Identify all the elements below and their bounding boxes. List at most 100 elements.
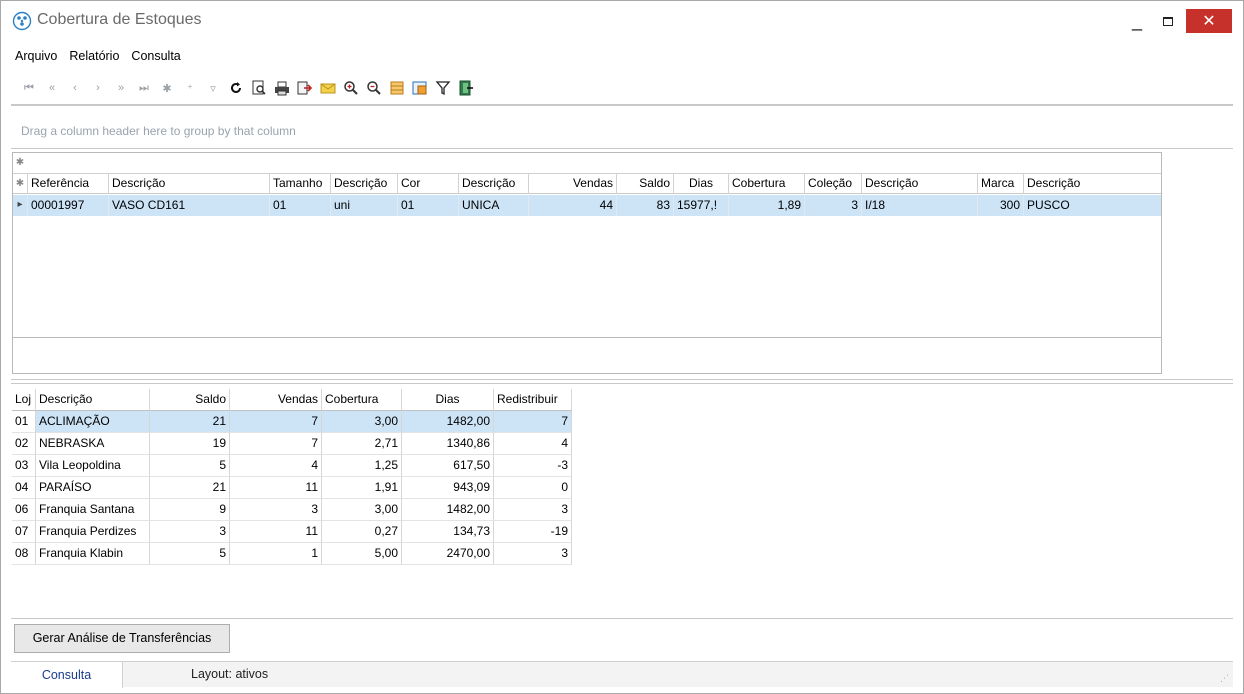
col-descricao-loja[interactable]: Descrição [36,389,150,411]
col-descricao-marca[interactable]: Descrição [1023,174,1161,194]
cell-loja[interactable]: 04 [12,477,36,499]
status-tab-consulta[interactable]: Consulta [11,662,123,688]
col-cor[interactable]: Cor [397,174,458,194]
menu-arquivo[interactable]: Arquivo [14,47,58,67]
close-button[interactable]: ✕ [1186,9,1232,33]
cell-saldo[interactable]: 83 [616,195,673,216]
cell-redistribuir[interactable]: -19 [494,521,572,543]
cell-cobertura-loja[interactable]: 1,91 [322,477,402,499]
cell-loja[interactable]: 02 [12,433,36,455]
cell-descricao-loja[interactable]: NEBRASKA [36,433,150,455]
cell-dias-loja[interactable]: 2470,00 [402,543,494,565]
export-icon[interactable] [294,77,316,99]
insert-record-icon[interactable]: ✱ [156,77,178,99]
first-record-icon[interactable]: ⏮ [18,77,40,99]
cell-descricao-loja[interactable]: ACLIMAÇÃO [36,411,150,433]
cell-dias-loja[interactable]: 1482,00 [402,411,494,433]
cell-vendas-loja[interactable]: 3 [230,499,322,521]
col-colecao[interactable]: Coleção [804,174,861,194]
col-redistribuir[interactable]: Redistribuir [494,389,572,411]
filter-icon[interactable] [432,77,454,99]
cell-descricao-cor[interactable]: UNICA [458,195,528,216]
cell-cobertura-loja[interactable]: 3,00 [322,411,402,433]
cell-vendas-loja[interactable]: 4 [230,455,322,477]
cell-vendas-loja[interactable]: 11 [230,477,322,499]
col-descricao-colecao[interactable]: Descrição [861,174,977,194]
cell-redistribuir[interactable]: 7 [494,411,572,433]
cell-cobertura-loja[interactable]: 2,71 [322,433,402,455]
table-row[interactable]: ▸ 00001997 VASO CD161 01 uni 01 UNICA 44… [13,195,1161,216]
cell-saldo-loja[interactable]: 21 [150,477,230,499]
cell-loja[interactable]: 08 [12,543,36,565]
cell-marca[interactable]: 300 [977,195,1023,216]
col-descricao-produto[interactable]: Descrição [108,174,269,194]
cell-tamanho[interactable]: 01 [269,195,330,216]
cell-dias-loja[interactable]: 1340,86 [402,433,494,455]
cell-vendas-loja[interactable]: 11 [230,521,322,543]
col-vendas-loja[interactable]: Vendas [230,389,322,411]
col-descricao-cor[interactable]: Descrição [458,174,528,194]
cell-dias-loja[interactable]: 617,50 [402,455,494,477]
grid-settings-icon[interactable] [409,77,431,99]
cell-saldo-loja[interactable]: 5 [150,455,230,477]
last-record-icon[interactable]: ⏭ [133,77,155,99]
col-marca[interactable]: Marca [977,174,1023,194]
cell-descricao-colecao[interactable]: I/18 [861,195,977,216]
cell-descricao-loja[interactable]: Vila Leopoldina [36,455,150,477]
resize-grip-icon[interactable]: ⋰ [1220,673,1229,684]
refresh-icon[interactable] [225,77,247,99]
col-cobertura-loja[interactable]: Cobertura [322,389,402,411]
menu-relatorio[interactable]: Relatório [68,47,120,67]
group-by-panel[interactable]: Drag a column header here to group by th… [11,105,1233,149]
cell-descricao-loja[interactable]: Franquia Klabin [36,543,150,565]
prior-page-icon[interactable]: « [41,77,63,99]
cell-dias-loja[interactable]: 943,09 [402,477,494,499]
cell-dias[interactable]: 15977,! [673,195,728,216]
col-loja[interactable]: Loj [12,389,36,411]
cell-dias-loja[interactable]: 134,73 [402,521,494,543]
exit-icon[interactable] [455,77,477,99]
cell-saldo-loja[interactable]: 9 [150,499,230,521]
cell-vendas-loja[interactable]: 1 [230,543,322,565]
cell-saldo-loja[interactable]: 19 [150,433,230,455]
cell-redistribuir[interactable]: -3 [494,455,572,477]
minimize-button[interactable]: _ [1122,9,1152,33]
col-referencia[interactable]: Referência [27,174,108,194]
cell-redistribuir[interactable]: 4 [494,433,572,455]
email-icon[interactable] [317,77,339,99]
prior-record-icon[interactable]: ‹ [64,77,86,99]
col-saldo[interactable]: Saldo [616,174,673,194]
next-record-icon[interactable]: › [87,77,109,99]
cell-loja[interactable]: 03 [12,455,36,477]
col-saldo-loja[interactable]: Saldo [150,389,230,411]
cell-vendas-loja[interactable]: 7 [230,433,322,455]
cell-loja[interactable]: 06 [12,499,36,521]
cell-saldo-loja[interactable]: 5 [150,543,230,565]
cell-cobertura-loja[interactable]: 5,00 [322,543,402,565]
cell-cobertura[interactable]: 1,89 [728,195,804,216]
cell-cor[interactable]: 01 [397,195,458,216]
cell-dias-loja[interactable]: 1482,00 [402,499,494,521]
cell-redistribuir[interactable]: 3 [494,499,572,521]
cell-descricao-produto[interactable]: VASO CD161 [108,195,269,216]
cell-saldo-loja[interactable]: 3 [150,521,230,543]
col-dias-loja[interactable]: Dias [402,389,494,411]
cell-descricao-tamanho[interactable]: uni [330,195,397,216]
next-page-icon[interactable]: » [110,77,132,99]
print-icon[interactable] [271,77,293,99]
cell-loja[interactable]: 07 [12,521,36,543]
col-cobertura[interactable]: Cobertura [728,174,804,194]
append-record-icon[interactable]: ⁺ [179,77,201,99]
cell-loja[interactable]: 01 [12,411,36,433]
cell-cobertura-loja[interactable]: 0,27 [322,521,402,543]
cell-cobertura-loja[interactable]: 1,25 [322,455,402,477]
cell-vendas[interactable]: 44 [528,195,616,216]
cell-descricao-marca[interactable]: PUSCO [1023,195,1161,216]
print-preview-icon[interactable] [248,77,270,99]
col-descricao-tamanho[interactable]: Descrição [330,174,397,194]
cell-referencia[interactable]: 00001997 [27,195,108,216]
cell-descricao-loja[interactable]: Franquia Santana [36,499,150,521]
splitter[interactable] [11,379,1233,380]
col-dias[interactable]: Dias [673,174,728,194]
cell-saldo-loja[interactable]: 21 [150,411,230,433]
